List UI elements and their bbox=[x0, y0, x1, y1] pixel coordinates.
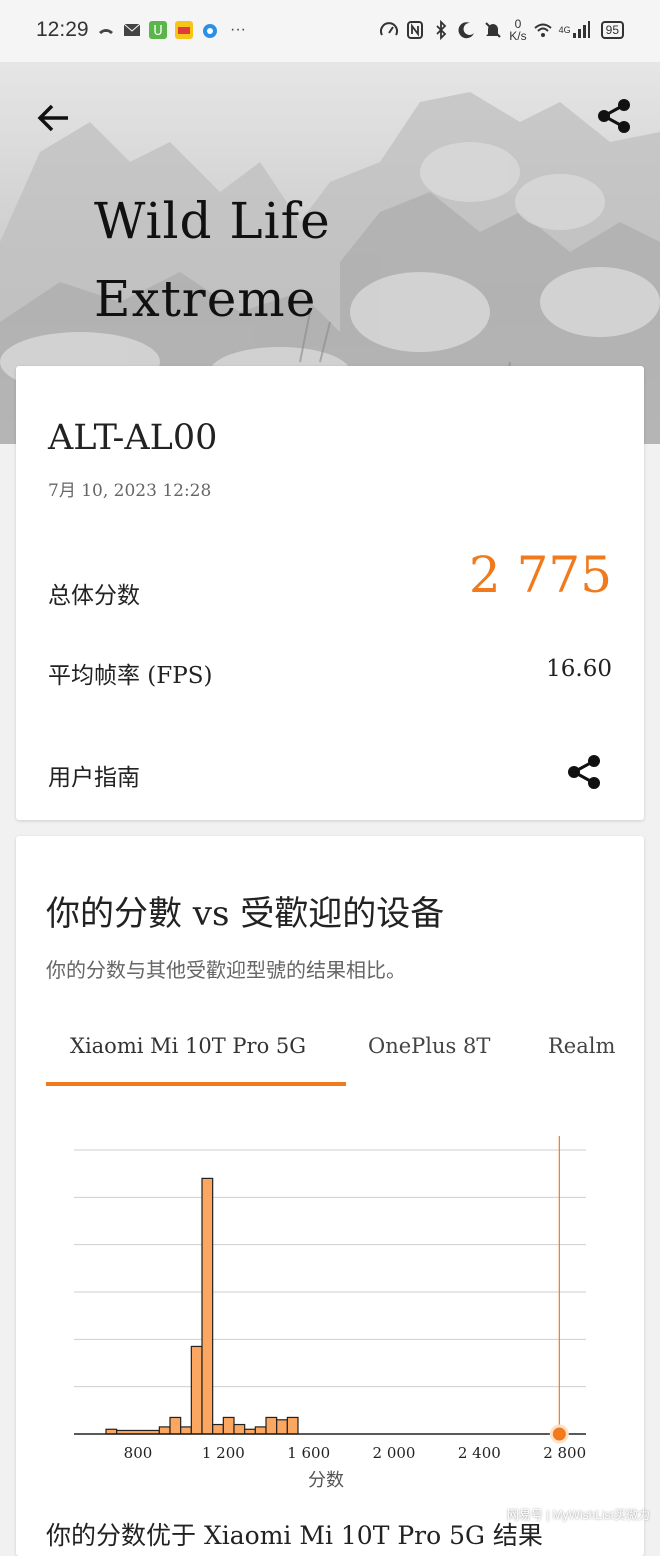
mail-icon bbox=[123, 23, 141, 36]
status-time: 12:29 bbox=[36, 18, 89, 41]
total-score-label: 总体分数 bbox=[48, 583, 140, 609]
page-title: Wild Life Extreme bbox=[94, 182, 331, 338]
title-line-2: Extreme bbox=[94, 270, 317, 328]
tab-realme[interactable]: Realme bbox=[548, 1034, 616, 1058]
user-guide-link[interactable]: 用户指南 bbox=[48, 758, 140, 792]
histogram-bar bbox=[222, 1416, 235, 1435]
score-distribution-chart: 800 1 200 1 600 2 000 2 400 2 800 bbox=[74, 1136, 586, 1462]
notification-icons: U ··· bbox=[96, 20, 246, 40]
histogram-bar bbox=[276, 1419, 288, 1435]
fps-value: 16.60 bbox=[546, 656, 612, 682]
moon-icon bbox=[458, 22, 475, 39]
histogram-bar bbox=[212, 1423, 224, 1435]
nfc-icon bbox=[407, 21, 424, 39]
watermark: 网易号 | MyWishList买微力 bbox=[506, 1508, 650, 1522]
battery-icon: 95 bbox=[600, 21, 624, 39]
wifi-icon bbox=[533, 23, 552, 37]
bluetooth-icon bbox=[436, 20, 447, 40]
your-score-marker bbox=[549, 1424, 569, 1444]
battery-level: 95 bbox=[605, 23, 619, 37]
comparison-summary: 你的分数优于 Xiaomi Mi 10T Pro 5G 结果 bbox=[46, 1521, 543, 1550]
network-type: 4G bbox=[558, 25, 571, 35]
fps-label: 平均帧率 (FPS) bbox=[48, 663, 213, 689]
more-notifications-icon: ··· bbox=[230, 21, 246, 38]
total-score-value: 2 775 bbox=[468, 546, 612, 604]
share-icon[interactable] bbox=[594, 96, 634, 136]
histogram-bar bbox=[180, 1426, 192, 1435]
x-tick-label: 1 200 bbox=[202, 1444, 245, 1462]
histogram-bar bbox=[233, 1423, 246, 1435]
missed-call-icon bbox=[99, 29, 113, 34]
mute-icon bbox=[485, 22, 501, 38]
histogram-bar bbox=[265, 1416, 278, 1435]
share-icon[interactable] bbox=[564, 752, 604, 792]
comparison-card: 你的分數 vs 受歡迎的设备 你的分数与其他受歡迎型號的结果相比。 Xiaomi… bbox=[16, 836, 644, 1556]
x-tick-label: 2 800 bbox=[543, 1444, 586, 1462]
x-tick-label: 2 400 bbox=[458, 1444, 501, 1462]
x-tick-label: 1 600 bbox=[287, 1444, 330, 1462]
device-name: ALT-AL00 bbox=[48, 418, 218, 458]
network-speed: 0 K/s bbox=[509, 17, 527, 43]
test-date: 7月 10, 2023 12:28 bbox=[48, 481, 212, 501]
back-arrow-icon[interactable] bbox=[34, 98, 74, 138]
app-blue-icon bbox=[203, 24, 217, 38]
title-line-1: Wild Life bbox=[94, 192, 331, 250]
x-tick-label: 2 000 bbox=[373, 1444, 416, 1462]
x-tick-label: 800 bbox=[124, 1444, 153, 1462]
comparison-title: 你的分數 vs 受歡迎的设备 bbox=[46, 894, 445, 934]
signal-icon bbox=[572, 21, 590, 38]
status-bar: 12:29 U ··· 0 K/s 4G 95 bbox=[0, 0, 660, 62]
histogram-bar bbox=[190, 1345, 203, 1435]
comparison-subtitle: 你的分数与其他受歡迎型號的结果相比。 bbox=[46, 958, 406, 982]
selected-tab-indicator bbox=[46, 1082, 346, 1086]
device-tabs: Xiaomi Mi 10T Pro 5G OnePlus 8T Realme bbox=[46, 1034, 616, 1094]
histogram-bar bbox=[254, 1426, 267, 1435]
histogram-bar bbox=[201, 1177, 214, 1435]
histogram-bar bbox=[169, 1416, 182, 1435]
x-axis-title: 分数 bbox=[308, 1470, 344, 1491]
result-card: ALT-AL00 7月 10, 2023 12:28 总体分数 2 775 平均… bbox=[16, 366, 644, 820]
tab-oneplus-8t[interactable]: OnePlus 8T bbox=[368, 1034, 490, 1058]
tab-xiaomi-mi-10t-pro-5g[interactable]: Xiaomi Mi 10T Pro 5G bbox=[70, 1034, 306, 1058]
app-green-icon: U bbox=[149, 21, 167, 39]
histogram-bar bbox=[158, 1426, 171, 1435]
histogram-bar bbox=[286, 1416, 299, 1435]
app-yellow-icon bbox=[175, 21, 193, 39]
svg-text:U: U bbox=[153, 24, 163, 39]
speedometer-icon bbox=[380, 22, 399, 36]
system-icons: 0 K/s 4G 95 bbox=[379, 18, 624, 42]
